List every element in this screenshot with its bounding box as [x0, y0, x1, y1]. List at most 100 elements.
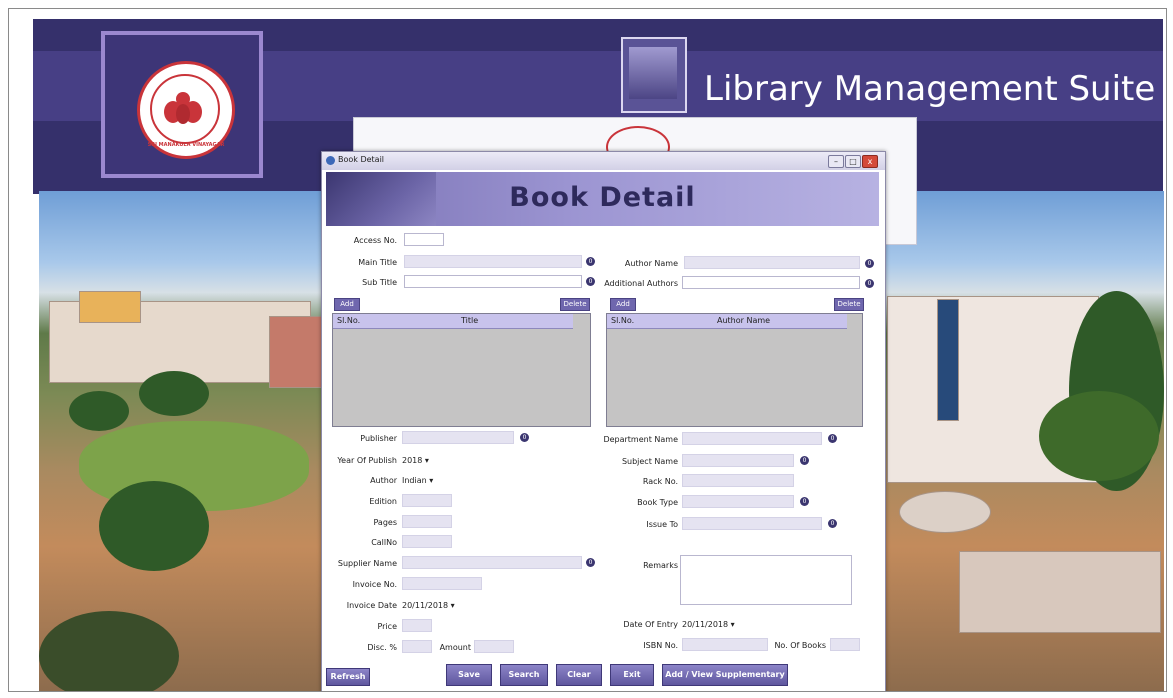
author-dropdown[interactable]: Indian ▾ [402, 476, 433, 485]
book-logo-icon [621, 37, 687, 113]
issue-to-option-icon[interactable]: 0 [828, 519, 837, 528]
chevron-down-icon: ▾ [429, 476, 434, 485]
exit-button[interactable]: Exit [610, 664, 654, 686]
additional-authors-field[interactable] [682, 276, 860, 289]
subject-name-label: Subject Name [621, 457, 678, 466]
callno-field[interactable] [402, 535, 452, 548]
add-author-button[interactable]: Add [610, 298, 636, 311]
window-titlebar: Book Detail – □ x [322, 152, 885, 170]
save-button[interactable]: Save [446, 664, 492, 686]
additional-authors-label: Additional Authors [604, 279, 678, 288]
author-grid[interactable]: Sl.No. Author Name [606, 313, 863, 427]
publisher-field[interactable] [402, 431, 514, 444]
publisher-option-icon[interactable]: 0 [520, 433, 529, 442]
chevron-down-icon: ▾ [730, 620, 735, 629]
rack-no-field[interactable] [682, 474, 794, 487]
no-of-books-field[interactable] [830, 638, 860, 651]
chevron-down-icon: ▾ [450, 601, 455, 610]
callno-label: CallNo [371, 538, 397, 547]
author-name-field[interactable] [684, 256, 860, 269]
book-type-label: Book Type [637, 498, 678, 507]
price-label: Price [377, 622, 397, 631]
disc-label: Disc. % [367, 643, 397, 652]
sub-title-option-icon[interactable]: 0 [586, 277, 595, 286]
access-no-field[interactable] [404, 233, 444, 246]
title-grid-col-slno: Sl.No. [337, 316, 361, 325]
department-name-field[interactable] [682, 432, 822, 445]
price-field[interactable] [402, 619, 432, 632]
amount-field[interactable] [474, 640, 514, 653]
department-name-label: Department Name [603, 435, 678, 444]
title-grid[interactable]: Sl.No. Title [332, 313, 591, 427]
search-button[interactable]: Search [500, 664, 548, 686]
title-grid-header: Sl.No. Title [333, 314, 573, 329]
main-title-field[interactable] [404, 255, 582, 268]
isbn-no-field[interactable] [682, 638, 768, 651]
book-type-field[interactable] [682, 495, 794, 508]
invoice-date-label: Invoice Date [346, 601, 397, 610]
app-window-icon [326, 156, 335, 165]
main-title-option-icon[interactable]: 0 [586, 257, 595, 266]
author-name-option-icon[interactable]: 0 [865, 259, 874, 268]
close-button[interactable]: x [862, 155, 878, 168]
publisher-label: Publisher [360, 434, 397, 443]
date-of-entry-label: Date Of Entry [623, 620, 678, 629]
supplier-name-field[interactable] [402, 556, 582, 569]
app-title: Library Management Suite [704, 69, 1156, 109]
invoice-date-picker[interactable]: 20/11/2018 ▾ [402, 601, 455, 610]
supplier-name-option-icon[interactable]: 0 [586, 558, 595, 567]
add-title-button[interactable]: Add [334, 298, 360, 311]
no-of-books-label: No. Of Books [774, 641, 826, 650]
issue-to-field[interactable] [682, 517, 822, 530]
author-value: Indian [402, 476, 427, 485]
invoice-no-label: Invoice No. [352, 580, 397, 589]
author-grid-col-author: Author Name [717, 316, 771, 325]
main-title-label: Main Title [358, 258, 397, 267]
author-name-label: Author Name [624, 259, 678, 268]
rack-no-label: Rack No. [642, 477, 678, 486]
delete-title-button[interactable]: Delete [560, 298, 590, 311]
logo-text: SRI MANAKULA VINAYAGAR [147, 142, 225, 148]
subject-name-field[interactable] [682, 454, 794, 467]
delete-author-button[interactable]: Delete [834, 298, 864, 311]
banner-title: Book Detail [509, 182, 696, 213]
edition-label: Edition [369, 497, 397, 506]
screenshot-frame: SRI MANAKULA VINAYAGAR Library Managemen… [8, 8, 1167, 692]
edition-field[interactable] [402, 494, 452, 507]
invoice-date-value: 20/11/2018 [402, 601, 449, 610]
add-view-supplementary-button[interactable]: Add / View Supplementary [662, 664, 788, 686]
pages-label: Pages [373, 518, 397, 527]
maximize-button[interactable]: □ [845, 155, 861, 168]
access-no-label: Access No. [353, 236, 397, 245]
department-name-option-icon[interactable]: 0 [828, 434, 837, 443]
year-of-publish-dropdown[interactable]: 2018 ▾ [402, 456, 429, 465]
issue-to-label: Issue To [646, 520, 678, 529]
form-banner: Book Detail [326, 172, 879, 226]
year-of-publish-value: 2018 [402, 456, 423, 465]
college-logo: SRI MANAKULA VINAYAGAR [101, 31, 263, 178]
remarks-label: Remarks [643, 561, 678, 570]
book-detail-window: Book Detail – □ x Book Detail Access No.… [321, 151, 886, 691]
date-of-entry-picker[interactable]: 20/11/2018 ▾ [682, 620, 735, 629]
sub-title-label: Sub Title [362, 278, 397, 287]
sub-title-field[interactable] [404, 275, 582, 288]
author-grid-header: Sl.No. Author Name [607, 314, 847, 329]
minimize-button[interactable]: – [828, 155, 844, 168]
clear-button[interactable]: Clear [556, 664, 602, 686]
refresh-button[interactable]: Refresh [326, 668, 370, 686]
chevron-down-icon: ▾ [424, 456, 429, 465]
remarks-textarea[interactable] [680, 555, 852, 605]
supplier-name-label: Supplier Name [337, 559, 397, 568]
isbn-no-label: ISBN No. [643, 641, 678, 650]
amount-label: Amount [439, 643, 471, 652]
pages-field[interactable] [402, 515, 452, 528]
additional-authors-option-icon[interactable]: 0 [865, 279, 874, 288]
subject-name-option-icon[interactable]: 0 [800, 456, 809, 465]
author-label: Author [370, 476, 397, 485]
invoice-no-field[interactable] [402, 577, 482, 590]
date-of-entry-value: 20/11/2018 [682, 620, 729, 629]
window-title: Book Detail [338, 155, 385, 164]
title-grid-col-title: Title [461, 316, 479, 325]
book-type-option-icon[interactable]: 0 [800, 497, 809, 506]
disc-field[interactable] [402, 640, 432, 653]
